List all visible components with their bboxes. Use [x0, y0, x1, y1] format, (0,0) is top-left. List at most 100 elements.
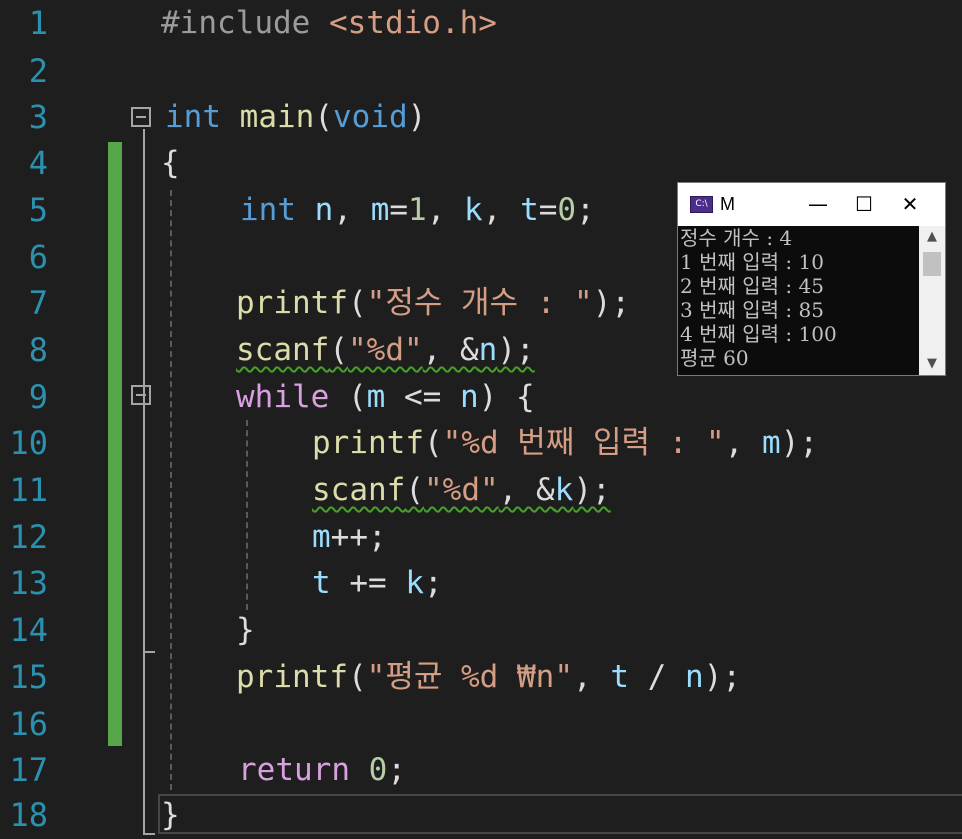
token-keyword: while	[236, 379, 330, 415]
code-text: printf("정수 개수 : ");	[236, 280, 630, 326]
token-function: printf	[236, 659, 348, 695]
code-line-3: 3 int main(void)	[0, 94, 962, 140]
token-variable: m	[312, 519, 331, 555]
token-variable: n	[685, 659, 704, 695]
code-text: printf("%d 번째 입력 : ", m);	[312, 420, 818, 466]
token-operator: +=	[330, 565, 406, 601]
token-operator: ++;	[330, 519, 387, 555]
token-function: scanf	[236, 332, 330, 368]
scroll-up-arrow-icon[interactable]: ▲	[919, 226, 945, 248]
code-line-15: 15 printf("평균 %d ₩n", t / n);	[0, 654, 962, 700]
token-punct: );	[780, 425, 819, 461]
token-keyword: void	[333, 99, 408, 135]
line-number: 10	[9, 424, 48, 462]
line-number: 17	[9, 751, 48, 789]
token-punct: (	[347, 285, 367, 321]
line-number: 2	[28, 52, 48, 90]
scroll-thumb[interactable]	[923, 252, 941, 276]
code-text: {	[161, 145, 180, 181]
maximize-button[interactable]: ☐	[841, 183, 887, 226]
token-punct: );	[497, 332, 535, 368]
code-text: return 0;	[238, 747, 406, 793]
token-operator: <=	[385, 379, 460, 415]
console-titlebar[interactable]: C:\ M — ☐ ✕	[678, 183, 945, 226]
line-number: 14	[9, 611, 48, 649]
token-punct: ) {	[478, 379, 535, 415]
token-number: 1	[408, 192, 427, 228]
console-line: 정수 개수 : 4	[680, 226, 793, 250]
token-punct: (	[329, 332, 348, 368]
minimize-button[interactable]: —	[795, 183, 841, 226]
token-variable: t	[520, 192, 539, 228]
code-text: }	[236, 612, 255, 648]
console-scrollbar[interactable]: ▲ ▼	[919, 226, 945, 375]
close-button[interactable]: ✕	[887, 183, 933, 226]
token-punct: ,	[724, 425, 763, 461]
token-variable: n	[459, 379, 479, 415]
token-punct: (	[405, 472, 424, 508]
line-number: 6	[28, 238, 48, 276]
code-text: t += k;	[312, 560, 443, 606]
console-line: 4 번째 입력 : 100	[680, 322, 837, 346]
token-variable: m	[370, 192, 390, 228]
code-line-17: 17 return 0;	[0, 747, 962, 793]
token-keyword: int	[165, 99, 221, 135]
code-text: int n, m=1, k, t=0;	[240, 187, 595, 233]
token-punct: );	[703, 659, 742, 695]
token-punct: (	[347, 659, 367, 695]
warning-squiggle[interactable]: scanf("%d", &k);	[312, 472, 611, 508]
token-number: 0	[368, 752, 388, 788]
token-keyword: return	[238, 752, 350, 788]
line-number: 11	[9, 471, 48, 509]
token-punct: (	[329, 379, 367, 415]
token-variable: t	[312, 565, 331, 601]
code-line-16: 16	[0, 701, 962, 747]
scroll-down-arrow-icon[interactable]: ▼	[919, 353, 945, 375]
token-operator: =	[389, 192, 409, 228]
code-editor[interactable]: 1 #include <stdio.h> 2 3 int main(void) …	[0, 0, 962, 839]
token-punct: ,	[333, 192, 353, 228]
token-number: 0	[557, 192, 577, 228]
code-line-2: 2	[0, 48, 962, 94]
console-output: 정수 개수 : 4 1 번째 입력 : 10 2 번째 입력 : 45 3 번째…	[678, 226, 920, 375]
code-text: int main(void)	[165, 94, 426, 140]
token-punct: ,	[426, 192, 446, 228]
token-punct: ;	[576, 192, 595, 228]
console-line: 3 번째 입력 : 85	[680, 298, 824, 322]
token-variable: m	[762, 425, 781, 461]
line-number: 5	[28, 191, 48, 229]
token-function: printf	[312, 425, 424, 461]
console-title: M	[720, 194, 735, 214]
code-line-1: 1 #include <stdio.h>	[0, 0, 962, 46]
console-window[interactable]: C:\ M — ☐ ✕ 정수 개수 : 4 1 번째 입력 : 10 2 번째 …	[677, 182, 946, 376]
code-line-11: 11 scanf("%d", &k);	[0, 467, 962, 513]
token-punct: , &	[422, 332, 479, 368]
token-punct: ;	[424, 565, 443, 601]
console-line: 평균 60	[680, 346, 749, 370]
code-line-18: 18 }	[0, 792, 962, 838]
token-keyword: int	[240, 192, 296, 228]
code-line-12: 12 m++;	[0, 514, 962, 560]
token-punct: );	[592, 285, 631, 321]
line-number: 9	[28, 378, 48, 416]
line-number: 4	[28, 144, 48, 182]
code-text: printf("평균 %d ₩n", t / n);	[236, 654, 741, 700]
line-number: 3	[28, 98, 48, 136]
code-text: while (m <= n) {	[236, 374, 535, 420]
code-line-4: 4 {	[0, 140, 962, 186]
token-variable: k	[464, 192, 483, 228]
token-punct: ,	[573, 659, 611, 695]
warning-squiggle[interactable]: scanf("%d", &n);	[236, 332, 535, 368]
line-number: 16	[9, 705, 48, 743]
token-operator: =	[538, 192, 558, 228]
code-text: scanf("%d", &k);	[312, 467, 611, 513]
token-variable: m	[366, 379, 386, 415]
token-variable: k	[554, 472, 574, 508]
token-variable: t	[610, 659, 630, 695]
token-string: "평균 %d ₩n"	[366, 659, 574, 695]
token-header: <stdio.h>	[328, 5, 497, 41]
token-punct: )	[407, 99, 427, 135]
console-line: 2 번째 입력 : 45	[680, 274, 824, 298]
token-punct: ;	[387, 752, 406, 788]
token-variable: k	[405, 565, 424, 601]
